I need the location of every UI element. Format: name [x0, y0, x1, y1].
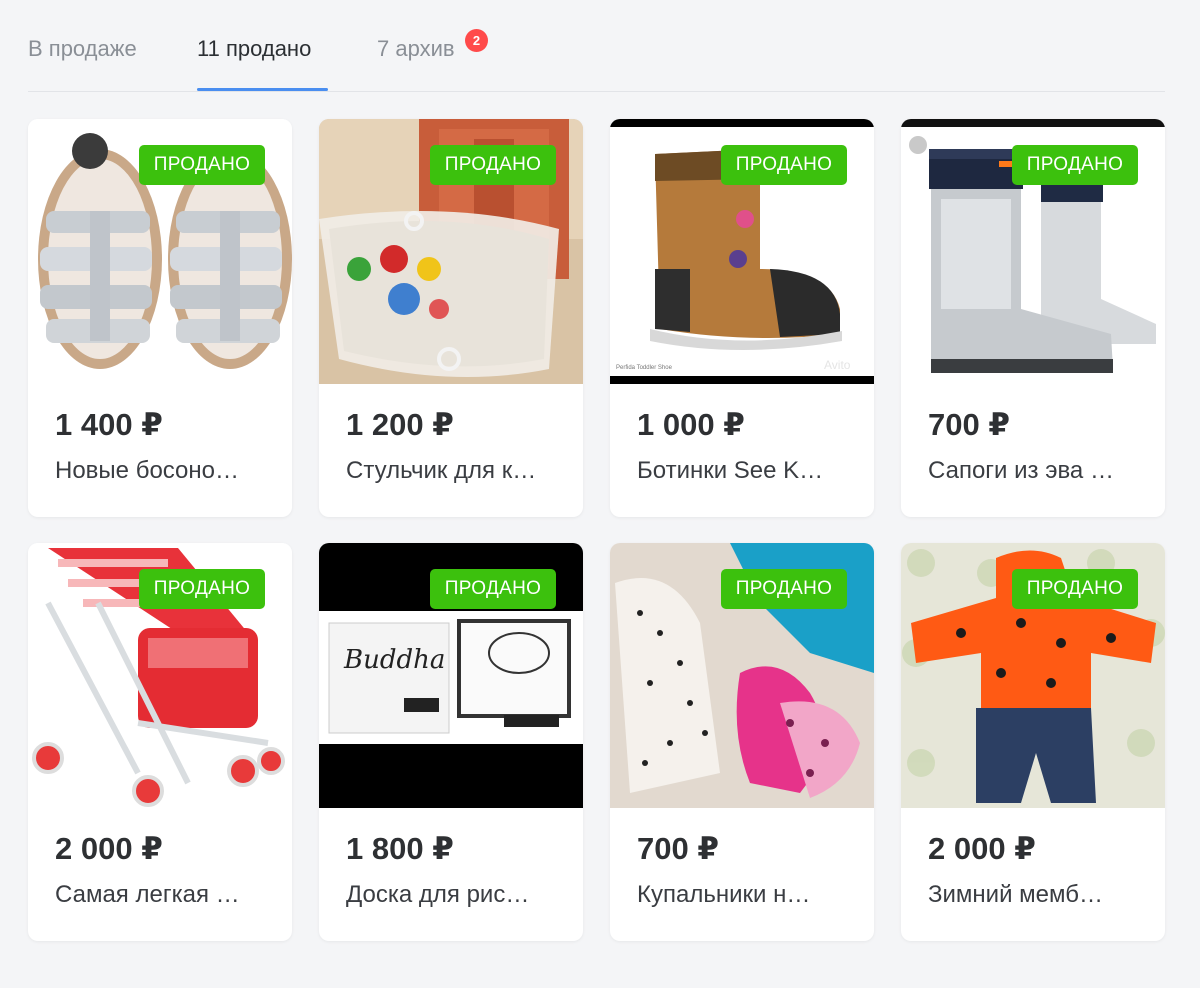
buddha-box-logo: Buddha — [343, 645, 445, 675]
item-card[interactable]: ПРОДАНО 2 000 ₽ Зимний мемб… — [901, 543, 1165, 941]
item-card[interactable]: Perfida Toddler Shoe Avito ПРОДАНО 1 000… — [610, 119, 874, 517]
sold-badge: ПРОДАНО — [139, 145, 265, 185]
item-title: Ботинки See K… — [637, 457, 824, 484]
sold-badge: ПРОДАНО — [430, 569, 556, 609]
item-price: 1 200 ₽ — [346, 407, 454, 442]
sold-badge: ПРОДАНО — [721, 569, 847, 609]
archive-count-badge: 2 — [465, 29, 488, 52]
item-price: 2 000 ₽ — [928, 831, 1036, 866]
item-card[interactable]: ПРОДАНО 1 200 ₽ Стульчик для к… — [319, 119, 583, 517]
item-title: Доска для рис… — [346, 881, 530, 908]
active-tab-indicator — [197, 88, 328, 91]
sold-items-page: В продаже 11 продано 7 архив 2 ПРОДАНО 1… — [0, 0, 1200, 988]
item-title: Самая легкая … — [55, 881, 240, 908]
item-title: Купальники н… — [637, 881, 811, 908]
item-price: 700 ₽ — [637, 831, 719, 866]
tab-archive[interactable]: 7 архив — [377, 36, 455, 62]
sold-badge: ПРОДАНО — [139, 569, 265, 609]
sold-badge: ПРОДАНО — [430, 145, 556, 185]
item-price: 1 800 ₽ — [346, 831, 454, 866]
item-price: 1 000 ₽ — [637, 407, 745, 442]
tab-bar: В продаже 11 продано 7 архив 2 — [28, 0, 1165, 92]
item-card[interactable]: ПРОДАНО 1 400 ₽ Новые босоно… — [28, 119, 292, 517]
sold-badge: ПРОДАНО — [1012, 145, 1138, 185]
tab-sold[interactable]: 11 продано — [197, 36, 311, 62]
item-price: 2 000 ₽ — [55, 831, 163, 866]
item-card[interactable]: ПРОДАНО 700 ₽ Сапоги из эва … — [901, 119, 1165, 517]
tab-on-sale[interactable]: В продаже — [28, 36, 137, 62]
photo-watermark: Avito — [824, 358, 851, 372]
item-card[interactable]: ПРОДАНО 2 000 ₽ Самая легкая … — [28, 543, 292, 941]
sold-badge: ПРОДАНО — [1012, 569, 1138, 609]
item-title: Сапоги из эва … — [928, 457, 1114, 484]
item-price: 1 400 ₽ — [55, 407, 163, 442]
item-price: 700 ₽ — [928, 407, 1010, 442]
sold-badge: ПРОДАНО — [721, 145, 847, 185]
item-card[interactable]: Buddha ПРОДАНО 1 800 ₽ Доска для рис… — [319, 543, 583, 941]
item-title: Стульчик для к… — [346, 457, 537, 484]
item-card[interactable]: ПРОДАНО 700 ₽ Купальники н… — [610, 543, 874, 941]
item-title: Новые босоно… — [55, 457, 240, 484]
item-title: Зимний мемб… — [928, 881, 1103, 908]
photo-caption: Perfida Toddler Shoe — [616, 365, 673, 371]
